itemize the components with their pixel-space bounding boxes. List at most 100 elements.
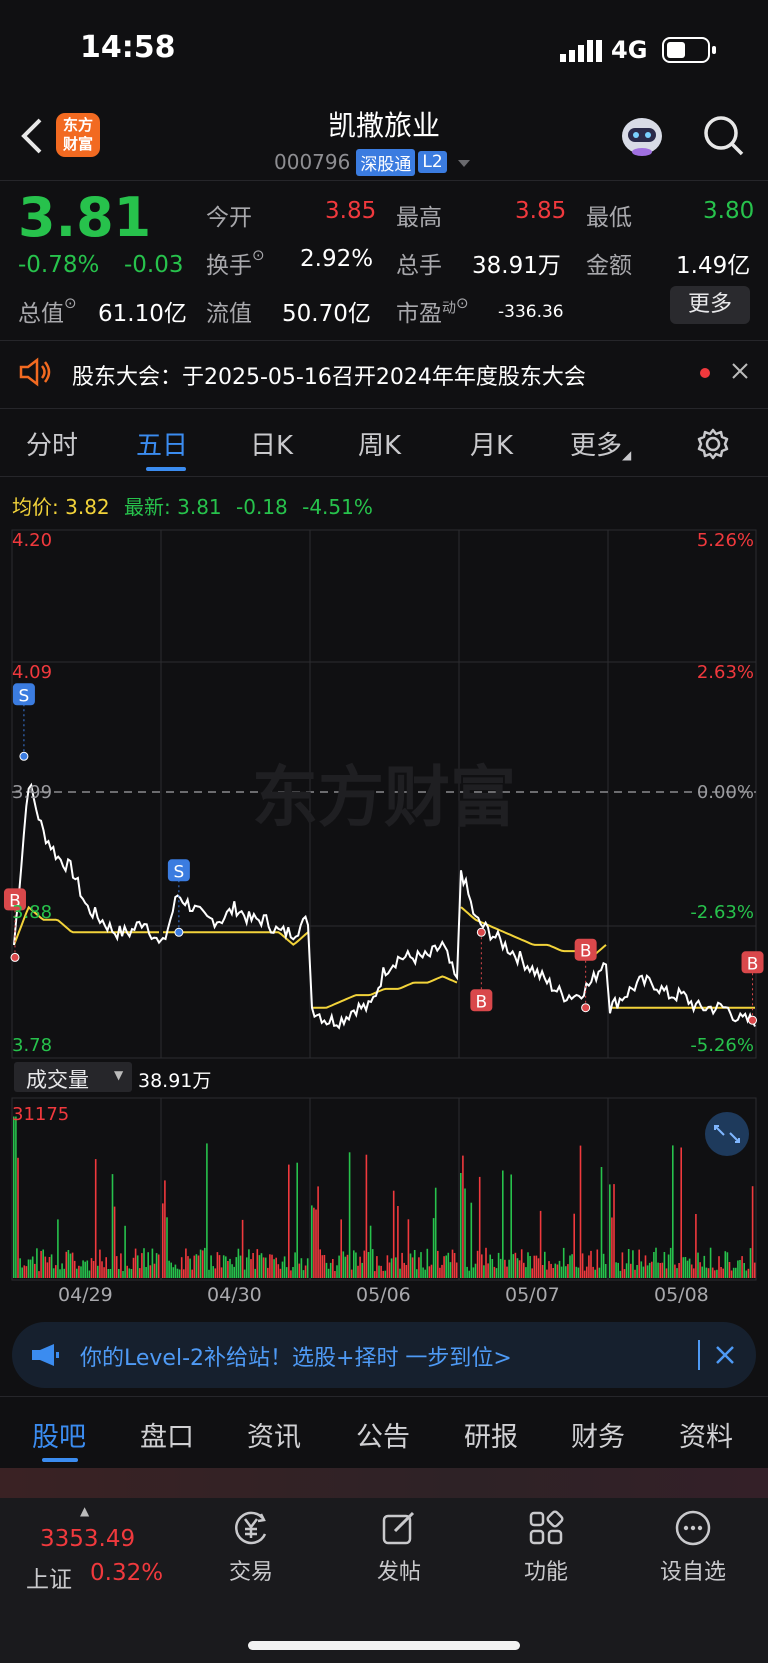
tab-announcements[interactable]: 公告 xyxy=(356,1415,410,1454)
trade-yen-icon xyxy=(235,1511,267,1545)
stock-subtitle[interactable]: 000796 深股通 L2 xyxy=(274,148,471,176)
volume-bar xyxy=(94,1159,97,1278)
volume-bar xyxy=(462,1155,464,1278)
volume-bar xyxy=(384,1270,387,1278)
volume-bar xyxy=(575,1266,578,1278)
volume-bar xyxy=(80,1266,82,1278)
volume-bar xyxy=(749,1248,752,1278)
trade-marker-dot xyxy=(174,927,184,937)
volume-bar xyxy=(586,1266,588,1278)
volume-bar xyxy=(722,1268,724,1278)
promo-text: 你的Level-2补给站！选股+择时 一步到位> xyxy=(80,1346,512,1371)
volume-bar xyxy=(166,1217,168,1278)
volume-bar xyxy=(344,1256,347,1278)
volume-bar xyxy=(290,1270,292,1278)
volume-selector[interactable]: 成交量 ▼ xyxy=(14,1062,132,1092)
nav-trade[interactable]: 交易 xyxy=(196,1508,306,1586)
volume-bar xyxy=(558,1260,561,1278)
volume-bar xyxy=(269,1254,271,1278)
volume-bar xyxy=(615,1262,617,1278)
nav-functions[interactable]: 功能 xyxy=(491,1508,601,1586)
volume-bar xyxy=(518,1260,521,1278)
volume-bar xyxy=(392,1190,395,1278)
volume-bar xyxy=(741,1256,743,1278)
volume-bar xyxy=(256,1249,259,1278)
volume-bar xyxy=(340,1219,342,1278)
promo-banner[interactable]: 你的Level-2补给站！选股+择时 一步到位> xyxy=(12,1322,756,1388)
volume-bar xyxy=(678,1263,680,1278)
network-type: 4G xyxy=(611,36,648,64)
date-label: 04/29 xyxy=(58,1284,113,1306)
volume-bar xyxy=(648,1262,651,1278)
tab-intraday[interactable]: 分时 xyxy=(26,425,78,462)
promo-close-icon[interactable] xyxy=(714,1344,736,1370)
volume-bar xyxy=(237,1248,240,1278)
volume-bar xyxy=(403,1262,405,1278)
tab-profile[interactable]: 资料 xyxy=(679,1415,733,1454)
volume-bar xyxy=(319,1249,321,1278)
volume-bar xyxy=(134,1248,137,1278)
volume-bar xyxy=(688,1258,691,1278)
info-icon[interactable]: ⊙ xyxy=(456,294,469,312)
volume-bar xyxy=(59,1269,61,1278)
volume-bar xyxy=(732,1267,735,1278)
info-icon[interactable]: ⊙ xyxy=(64,294,77,312)
volume-bar xyxy=(111,1174,114,1278)
volume-bar xyxy=(476,1250,479,1278)
robot-assistant-icon[interactable] xyxy=(618,114,666,162)
settings-gear-icon[interactable] xyxy=(696,427,730,465)
volume-bar xyxy=(707,1268,710,1278)
volume-bar xyxy=(21,1267,23,1278)
tab-forum[interactable]: 股吧 xyxy=(32,1415,86,1454)
price-label-high: 4.20 xyxy=(12,530,52,551)
tab-monthly-k[interactable]: 月K xyxy=(470,425,513,462)
volume-bar xyxy=(193,1255,196,1278)
volume-bar xyxy=(434,1187,437,1278)
volume-bar xyxy=(378,1265,380,1278)
tab-research[interactable]: 研报 xyxy=(464,1415,518,1454)
index-ticker[interactable]: ▲ 3353.49 上证 0.32% xyxy=(24,1504,174,1604)
notice-unread-dot xyxy=(700,368,710,378)
nav-post[interactable]: 发帖 xyxy=(344,1508,454,1586)
volume-bar xyxy=(539,1210,542,1278)
search-icon[interactable] xyxy=(702,114,746,162)
volume-bar xyxy=(248,1249,250,1278)
volume-bar xyxy=(672,1145,674,1278)
volume-bar xyxy=(718,1256,720,1278)
tab-order-book[interactable]: 盘口 xyxy=(140,1415,194,1454)
close-icon[interactable] xyxy=(731,362,749,384)
volume-bar xyxy=(285,1267,288,1278)
volume-bar xyxy=(502,1170,504,1278)
volume-bar xyxy=(690,1264,693,1278)
volume-bar xyxy=(235,1257,238,1278)
volume-bar xyxy=(42,1249,44,1278)
trade-marker-dot xyxy=(476,927,486,937)
volume-bar xyxy=(430,1264,433,1278)
volume-bar xyxy=(34,1263,36,1278)
volume-bar xyxy=(550,1263,552,1278)
volume-bar xyxy=(478,1176,481,1278)
tab-weekly-k[interactable]: 周K xyxy=(358,425,401,462)
low-label: 最低 xyxy=(586,205,632,231)
tab-news[interactable]: 资讯 xyxy=(247,1415,301,1454)
connect-badge: 深股通 xyxy=(356,148,416,176)
tab-daily-k[interactable]: 日K xyxy=(250,425,293,462)
expand-icon[interactable] xyxy=(705,1112,749,1156)
notice-text[interactable]: 股东大会：于2025-05-16召开2024年年度股东大会 xyxy=(72,359,586,391)
volume-bar xyxy=(357,1265,359,1278)
volume-bar xyxy=(101,1261,103,1278)
open-label: 今开 xyxy=(206,205,252,231)
volume-bar xyxy=(527,1252,529,1278)
info-icon[interactable]: ⊙ xyxy=(252,246,265,264)
more-dots-icon xyxy=(675,1510,711,1546)
price-chart[interactable]: 东方财富 SSBBBB 4.20 4.09 3.99 3.88 3.78 5.2… xyxy=(0,520,768,1060)
volume-bar xyxy=(506,1266,508,1278)
market-cap-label-text: 总值 xyxy=(18,301,64,327)
tab-five-day[interactable]: 五日 xyxy=(136,425,188,462)
tab-financials[interactable]: 财务 xyxy=(571,1415,625,1454)
tab-more[interactable]: 更多◢ xyxy=(570,425,631,462)
volume-chart[interactable]: 31175 xyxy=(0,1096,768,1282)
more-button[interactable]: 更多 xyxy=(670,286,750,324)
nav-add-watchlist[interactable]: 设自选 xyxy=(638,1508,748,1586)
volume-bar xyxy=(609,1184,611,1278)
